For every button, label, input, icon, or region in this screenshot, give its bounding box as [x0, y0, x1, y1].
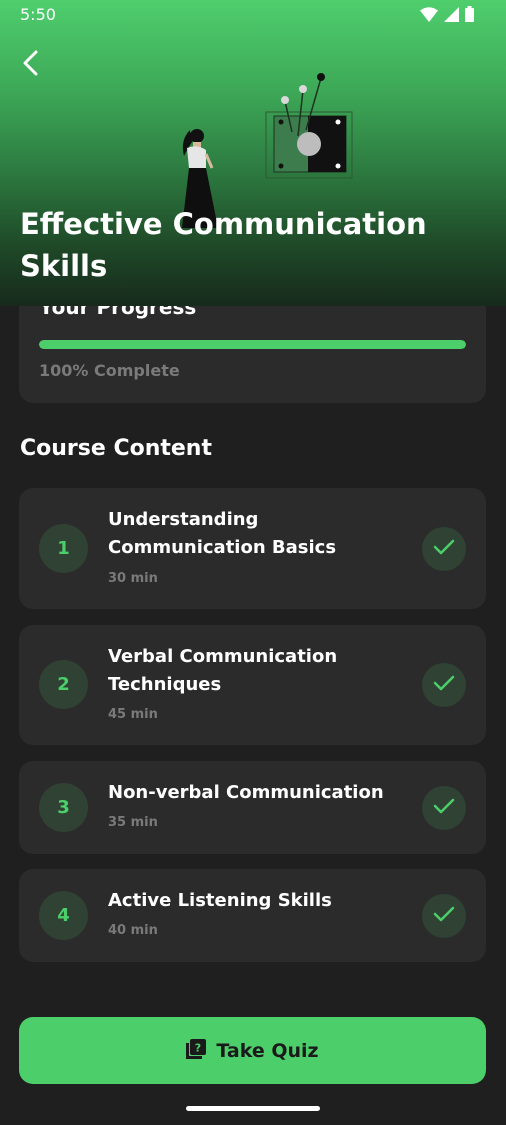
take-quiz-label: Take Quiz: [216, 1039, 319, 1062]
status-time: 5:50: [20, 5, 56, 24]
course-title: Effective Communication Skills: [20, 207, 427, 283]
quiz-icon: ?: [186, 1038, 207, 1063]
checkmark-icon: [433, 538, 455, 560]
lesson-title: Active Listening Skills: [108, 890, 332, 911]
lesson-complete-badge: [422, 527, 466, 571]
lesson-complete-badge: [422, 786, 466, 830]
checkmark-icon: [433, 905, 455, 927]
battery-icon: [465, 6, 474, 26]
course-content-heading: Course Content: [20, 436, 212, 461]
back-button[interactable]: [14, 48, 48, 82]
lesson-duration: 45 min: [108, 707, 158, 722]
back-arrow-icon: [21, 50, 41, 80]
progress-bar-fill: [39, 340, 466, 349]
course-detail-screen: Your Progress 100% Complete 5:50 Effecti…: [0, 0, 506, 1125]
svg-text:?: ?: [195, 1041, 201, 1054]
course-header: 5:50 Effective Communication Skills: [0, 0, 506, 306]
wifi-icon: [420, 6, 438, 26]
lesson-title: Non-verbal Communication: [108, 782, 384, 803]
lesson-card-3[interactable]: 3 Non-verbal Communication 35 min: [19, 761, 486, 854]
lesson-card-1[interactable]: 1 Understanding Communication Basics 30 …: [19, 488, 486, 609]
lesson-number-badge: 3: [39, 783, 88, 832]
lesson-number-badge: 1: [39, 524, 88, 573]
take-quiz-button[interactable]: ? Take Quiz: [19, 1017, 486, 1084]
lesson-duration: 40 min: [108, 923, 158, 938]
lesson-number-badge: 4: [39, 891, 88, 940]
lesson-duration: 35 min: [108, 815, 158, 830]
home-indicator[interactable]: [186, 1106, 320, 1111]
lesson-title: Verbal Communication Techniques: [108, 646, 338, 695]
checkmark-icon: [433, 797, 455, 819]
lesson-card-4[interactable]: 4 Active Listening Skills 40 min: [19, 869, 486, 962]
lesson-title: Understanding Communication Basics: [108, 509, 337, 558]
lesson-number-badge: 2: [39, 660, 88, 709]
signal-icon: [444, 6, 459, 26]
status-icons: [420, 6, 474, 26]
progress-bar: [39, 340, 466, 349]
lesson-complete-badge: [422, 894, 466, 938]
lesson-duration: 30 min: [108, 571, 158, 586]
progress-label: 100% Complete: [39, 361, 180, 380]
lesson-complete-badge: [422, 663, 466, 707]
lesson-card-2[interactable]: 2 Verbal Communication Techniques 45 min: [19, 625, 486, 745]
status-bar: 5:50: [0, 0, 506, 30]
checkmark-icon: [433, 674, 455, 696]
